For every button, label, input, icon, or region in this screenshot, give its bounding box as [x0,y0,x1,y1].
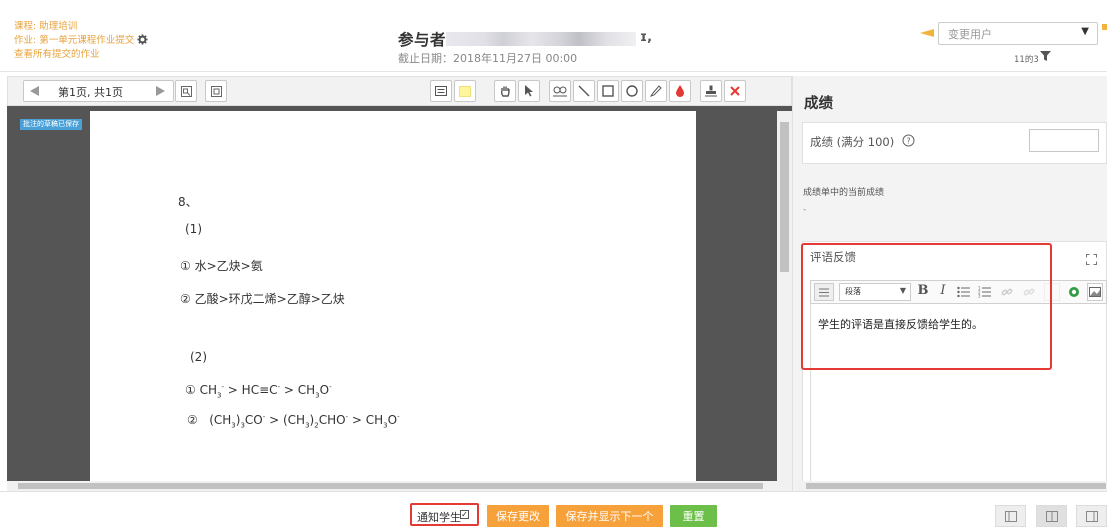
rectangle-tool-button[interactable] [597,80,619,102]
answer-line-2-text: 乙酸>环戊二烯>乙醇>乙炔 [194,292,345,306]
right-edge-marker [1102,24,1107,30]
grade-input[interactable] [1029,129,1099,152]
answer-line-2: ② 乙酸>环戊二烯>乙醇>乙炔 [180,290,345,307]
save-button[interactable]: 保存更改 [487,505,549,527]
grade-label: 成绩 (满分 100) [810,135,895,149]
answer-line-2-num: ② [180,292,191,306]
circle-tool-button[interactable] [621,80,643,102]
horizontal-scroll-thumb[interactable] [18,483,763,489]
rotate-page-button[interactable] [205,80,227,102]
answer-line-4: ② (CH3)3CO- > (CH3)2CHO- > CH3O- [187,413,400,430]
line-tool-button[interactable] [573,80,595,102]
part-2-label: (2) [190,350,207,364]
current-grade-value: - [803,205,807,215]
page-label: 第1页, 共1页 [58,86,123,99]
participant-title: 参与者 [398,31,447,49]
line-icon [578,85,590,97]
help-icon[interactable]: ? [902,134,915,147]
select-arrow-icon [525,85,533,97]
search-page-button[interactable] [175,80,197,102]
redacted-participant-name [446,32,636,46]
oval-icon [553,86,567,96]
circle-icon [626,85,638,97]
highlight-color-button[interactable] [454,80,476,102]
layout-collapse-left-icon [1004,510,1017,522]
notify-student-checkbox[interactable]: ✓ [460,510,469,519]
page-navigator[interactable]: 第1页, 共1页 [23,80,174,102]
reset-button[interactable]: 重置 [670,505,717,527]
panel-horizontal-scroll-thumb[interactable] [806,483,1106,489]
recycle-icon[interactable] [1068,286,1080,298]
svg-text:?: ? [906,137,910,146]
select-tool-button[interactable] [518,80,540,102]
answer-line-3-num: ① [185,383,196,397]
participant-name-trail: ɪ, [640,30,653,45]
color-drop-icon [676,85,684,97]
answer-line-1-text: 水>乙炔>氨 [194,259,263,273]
comment-icon [435,86,447,96]
answer-line-1: ① 水>乙炔>氨 [180,257,263,274]
layout-split-button[interactable] [1036,505,1067,527]
change-user-select[interactable]: 变更用户 ▼ [938,22,1098,45]
highlight-color-icon [459,85,471,97]
delete-icon [730,86,740,96]
change-user-placeholder: 变更用户 [948,28,992,41]
answer-line-1-num: ① [180,259,191,273]
action-footer [0,491,1107,527]
question-number: 8、 [178,195,198,209]
hand-icon [500,86,510,97]
rotate-page-icon [210,85,222,97]
assignment-link-label[interactable]: 作业: 第一单元课程作业提交 [14,35,134,46]
gear-icon[interactable] [137,34,148,45]
pen-icon [650,85,662,97]
rectangle-icon [602,85,614,97]
save-and-next-button[interactable]: 保存并显示下一个 [556,505,663,527]
grade-heading: 成绩 [804,96,833,112]
search-page-icon [180,85,192,97]
filter-icon[interactable] [1040,51,1051,61]
back-arrow-icon[interactable] [920,29,934,37]
assignment-link[interactable]: 作业: 第一单元课程作业提交 [14,34,148,47]
pan-tool-button[interactable] [494,80,516,102]
layout-right-button[interactable] [1076,505,1107,527]
stamp-tool-button[interactable] [700,80,722,102]
vertical-scroll-thumb[interactable] [780,122,789,272]
deadline-text: 截止日期：2018年11月27日 00:00 [398,52,578,65]
current-grade-label: 成绩单中的当前成绩 [803,188,885,198]
expand-icon[interactable] [1086,254,1097,265]
notify-student-label: 通知学生 [417,511,461,524]
stamp-icon [705,85,717,97]
layout-collapse-right-icon [1085,510,1098,522]
answer-line-4-num: ② [187,413,198,427]
course-link[interactable]: 课程: 助理培训 [14,20,77,33]
color-button[interactable] [669,80,691,102]
part-1-label: (1) [185,222,202,236]
image-icon [1089,287,1101,297]
layout-split-icon [1045,510,1058,522]
layout-left-button[interactable] [995,505,1026,527]
comment-button[interactable] [430,80,452,102]
oval-tool-button[interactable] [549,80,571,102]
annotation-draft-badge: 批注的草稿已保存 [20,119,82,130]
next-page-icon[interactable] [155,86,165,96]
delete-annotation-button[interactable] [724,80,746,102]
user-count: 11的3 [1014,55,1039,65]
all-submissions-link[interactable]: 查看所有提交的作业 [14,48,100,61]
annotation-toolbar: 第1页, 共1页 [7,76,792,106]
image-button[interactable] [1087,283,1103,301]
pen-tool-button[interactable] [645,80,667,102]
prev-page-icon[interactable] [30,86,40,96]
answer-line-3: ① CH3- > HC≡C- > CH3O- [185,383,332,400]
chevron-down-icon: ▼ [1081,26,1089,37]
feedback-highlight-box [801,243,1052,370]
